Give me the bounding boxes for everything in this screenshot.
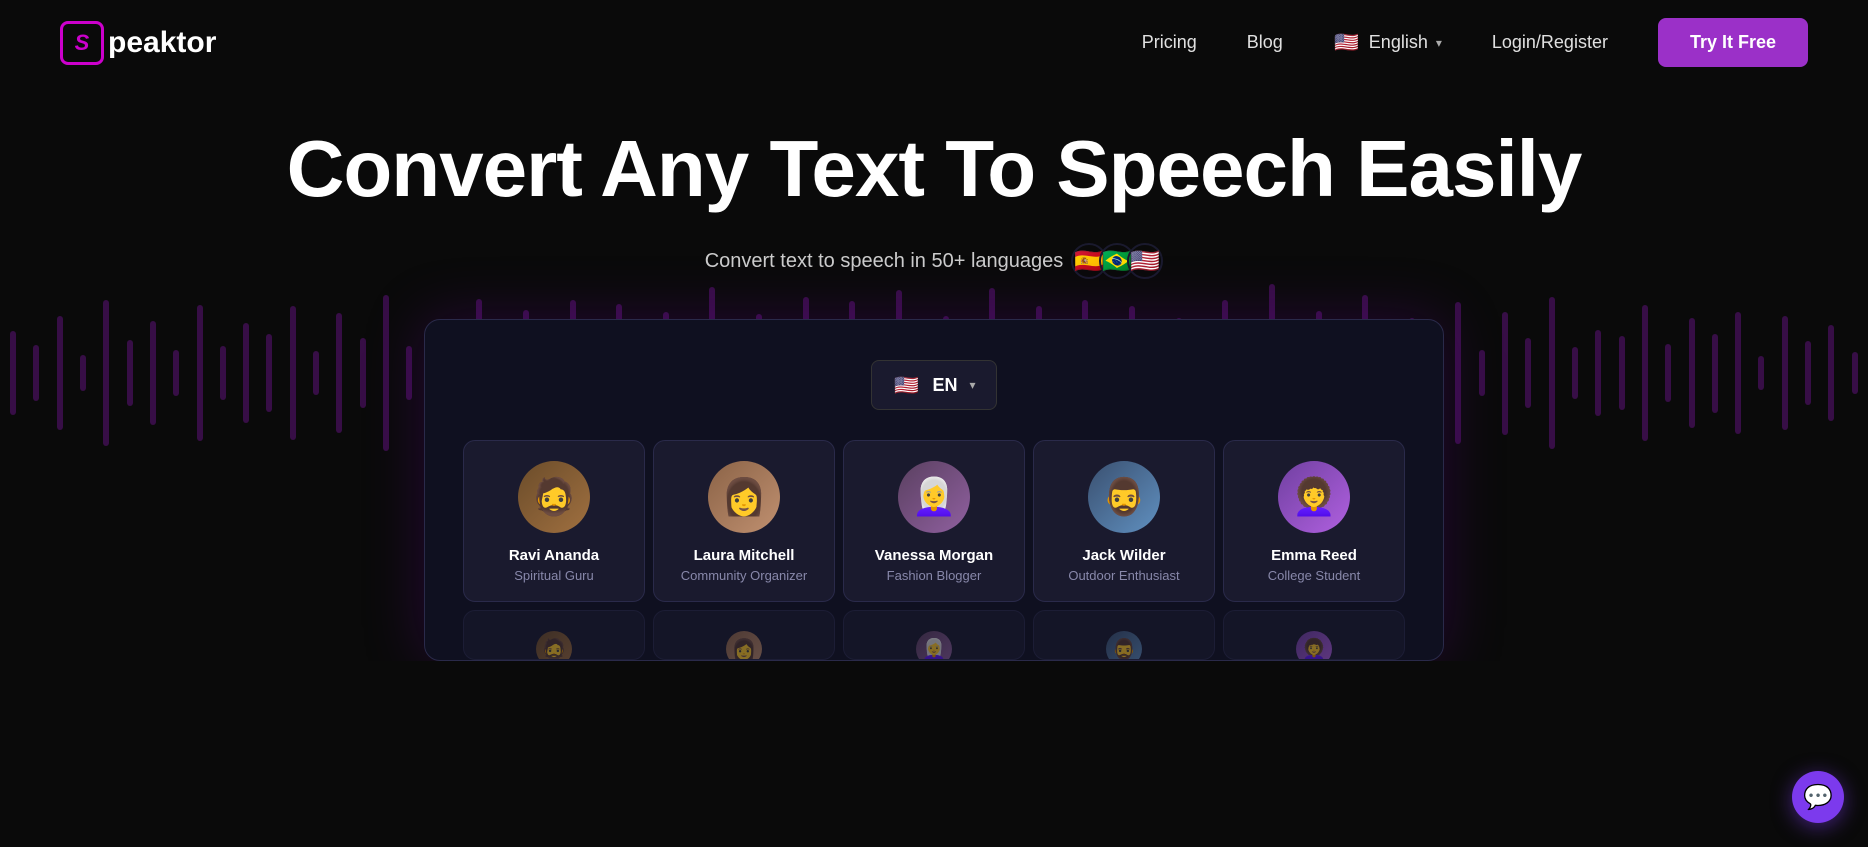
nav-login-register[interactable]: Login/Register [1492,32,1608,53]
voice-card[interactable]: 👩‍🦳 Vanessa Morgan Fashion Blogger [843,440,1025,602]
voice-card[interactable]: 👩‍🦳 [843,610,1025,660]
app-mockup: 🇺🇸 EN ▾ 🧔 Ravi Ananda Spiritual Guru 👩 L… [424,319,1444,661]
language-label: English [1369,32,1428,53]
chat-icon: 💬 [1803,783,1833,812]
app-lang-chevron-icon: ▾ [969,378,975,392]
voice-card[interactable]: 🧔‍♂️ Jack Wilder Outdoor Enthusiast [1033,440,1215,602]
voice-card[interactable]: 👩 Laura Mitchell Community Organizer [653,440,835,602]
subtitle-text: Convert text to speech in 50+ languages [705,250,1064,273]
voice-avatar-partial: 👩‍🦳 [916,631,952,660]
chevron-down-icon: ▾ [1436,36,1442,50]
voice-role: Spiritual Guru [482,568,626,583]
voice-avatar: 👩‍🦳 [898,461,970,533]
voice-avatar: 👩 [708,461,780,533]
try-it-free-button[interactable]: Try It Free [1658,18,1808,67]
voice-cards-row-1: 🧔 Ravi Ananda Spiritual Guru 👩 Laura Mit… [455,440,1413,602]
voice-avatar-partial: 🧔‍♂️ [1106,631,1142,660]
voice-card[interactable]: 🧔 Ravi Ananda Spiritual Guru [463,440,645,602]
navbar: S peaktor Pricing Blog 🇺🇸 English ▾ Logi… [0,0,1868,85]
hero-subtitle: Convert text to speech in 50+ languages … [60,243,1808,279]
wave-bar [10,331,16,415]
voice-role: College Student [1242,568,1386,583]
voice-cards-row-2: 🧔 👩 👩‍🦳 🧔‍♂️ 👩‍🦱 [455,610,1413,660]
language-flags: 🇪🇸🇧🇷🇺🇸 [1079,243,1163,279]
logo-icon: S [60,21,104,65]
voice-name: Jack Wilder [1052,547,1196,564]
voice-avatar-partial: 🧔 [536,631,572,660]
voice-card[interactable]: 👩‍🦱 Emma Reed College Student [1223,440,1405,602]
wave-bar [1828,325,1834,422]
wave-bar [33,345,39,402]
app-flag-icon: 🇺🇸 [892,371,920,399]
voice-role: Outdoor Enthusiast [1052,568,1196,583]
app-lang-code: EN [932,375,957,396]
nav-pricing[interactable]: Pricing [1142,32,1197,53]
voice-name: Vanessa Morgan [862,547,1006,564]
nav-blog[interactable]: Blog [1247,32,1283,53]
voice-role: Fashion Blogger [862,568,1006,583]
voice-name: Emma Reed [1242,547,1386,564]
logo[interactable]: S peaktor [60,21,216,65]
hero-section: Convert Any Text To Speech Easily Conver… [0,85,1868,661]
voice-role: Community Organizer [672,568,816,583]
chat-widget[interactable]: 💬 [1792,771,1844,823]
flag-icon: 🇺🇸 [1333,29,1361,57]
wave-bar [1852,352,1858,393]
hero-title: Convert Any Text To Speech Easily [60,125,1808,213]
voice-avatar-partial: 👩‍🦱 [1296,631,1332,660]
voice-name: Ravi Ananda [482,547,626,564]
voice-card[interactable]: 🧔‍♂️ [1033,610,1215,660]
hero-content: Convert Any Text To Speech Easily Conver… [60,125,1808,661]
flag-circle: 🇺🇸 [1127,243,1163,279]
voice-name: Laura Mitchell [672,547,816,564]
voice-card[interactable]: 👩‍🦱 [1223,610,1405,660]
voice-card[interactable]: 🧔 [463,610,645,660]
voice-avatar: 👩‍🦱 [1278,461,1350,533]
voice-avatar: 🧔 [518,461,590,533]
voice-card[interactable]: 👩 [653,610,835,660]
logo-text: peaktor [108,26,216,60]
voice-avatar: 🧔‍♂️ [1088,461,1160,533]
app-lang-selector[interactable]: 🇺🇸 EN ▾ [871,360,996,410]
nav-language-selector[interactable]: 🇺🇸 English ▾ [1333,29,1442,57]
nav-links: Pricing Blog 🇺🇸 English ▾ Login/Register… [1142,18,1808,67]
voice-avatar-partial: 👩 [726,631,762,660]
